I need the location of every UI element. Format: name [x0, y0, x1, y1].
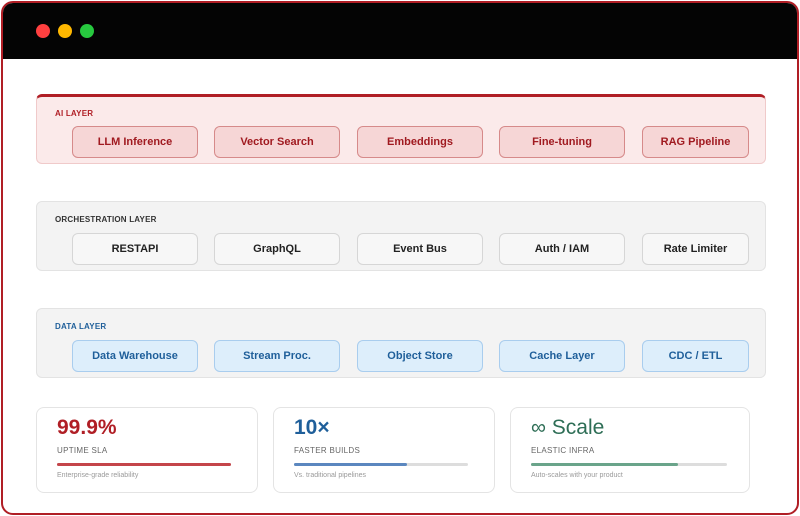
orchestration-layer-title: ORCHESTRATION LAYER: [55, 215, 157, 224]
chip-cache-layer[interactable]: Cache Layer: [499, 340, 625, 372]
app-window: AI LAYER LLM Inference Vector Search Emb…: [1, 1, 799, 515]
stat-description: Enterprise-grade reliability: [57, 472, 139, 479]
stat-progress-track: [531, 463, 727, 466]
close-window-button[interactable]: [36, 24, 50, 38]
minimize-window-button[interactable]: [58, 24, 72, 38]
chip-llm-inference[interactable]: LLM Inference: [72, 126, 198, 158]
stat-label: UPTIME SLA: [57, 446, 108, 455]
stat-card-builds: 10× FASTER BUILDS Vs. traditional pipeli…: [273, 407, 495, 493]
chip-object-store[interactable]: Object Store: [357, 340, 483, 372]
chip-vector-search[interactable]: Vector Search: [214, 126, 340, 158]
chip-auth-iam[interactable]: Auth / IAM: [499, 233, 625, 265]
title-bar: [3, 3, 797, 59]
stat-value: 99.9%: [57, 416, 117, 439]
chip-data-warehouse[interactable]: Data Warehouse: [72, 340, 198, 372]
stat-card-uptime: 99.9% UPTIME SLA Enterprise-grade reliab…: [36, 407, 258, 493]
data-layer-chips: Data Warehouse Stream Proc. Object Store…: [72, 340, 752, 372]
chip-event-bus[interactable]: Event Bus: [357, 233, 483, 265]
data-layer-panel: DATA LAYER Data Warehouse Stream Proc. O…: [36, 308, 766, 378]
chip-stream-proc[interactable]: Stream Proc.: [214, 340, 340, 372]
data-layer-title: DATA LAYER: [55, 322, 107, 331]
chip-rate-limiter[interactable]: Rate Limiter: [642, 233, 749, 265]
stat-progress-track: [294, 463, 468, 466]
ai-layer-chips: LLM Inference Vector Search Embeddings F…: [72, 126, 752, 158]
stat-label: ELASTIC INFRA: [531, 446, 595, 455]
chip-embeddings[interactable]: Embeddings: [357, 126, 483, 158]
chip-restapi[interactable]: RESTAPI: [72, 233, 198, 265]
chip-cdc-etl[interactable]: CDC / ETL: [642, 340, 749, 372]
stat-value: ∞ Scale: [531, 416, 605, 439]
stat-value: 10×: [294, 416, 330, 439]
chip-fine-tuning[interactable]: Fine-tuning: [499, 126, 625, 158]
ai-layer-title: AI LAYER: [55, 109, 94, 118]
stat-card-scale: ∞ Scale ELASTIC INFRA Auto-scales with y…: [510, 407, 750, 493]
stat-description: Vs. traditional pipelines: [294, 472, 366, 479]
stat-label: FASTER BUILDS: [294, 446, 361, 455]
orchestration-layer-chips: RESTAPI GraphQL Event Bus Auth / IAM Rat…: [72, 233, 752, 265]
ai-layer-panel: AI LAYER LLM Inference Vector Search Emb…: [36, 94, 766, 164]
orchestration-layer-panel: ORCHESTRATION LAYER RESTAPI GraphQL Even…: [36, 201, 766, 271]
stat-progress-fill: [57, 463, 231, 466]
chip-rag-pipeline[interactable]: RAG Pipeline: [642, 126, 749, 158]
stat-description: Auto-scales with your product: [531, 472, 623, 479]
stat-progress-track: [57, 463, 231, 466]
chip-graphql[interactable]: GraphQL: [214, 233, 340, 265]
stat-progress-fill: [531, 463, 678, 466]
maximize-window-button[interactable]: [80, 24, 94, 38]
stat-progress-fill: [294, 463, 408, 466]
